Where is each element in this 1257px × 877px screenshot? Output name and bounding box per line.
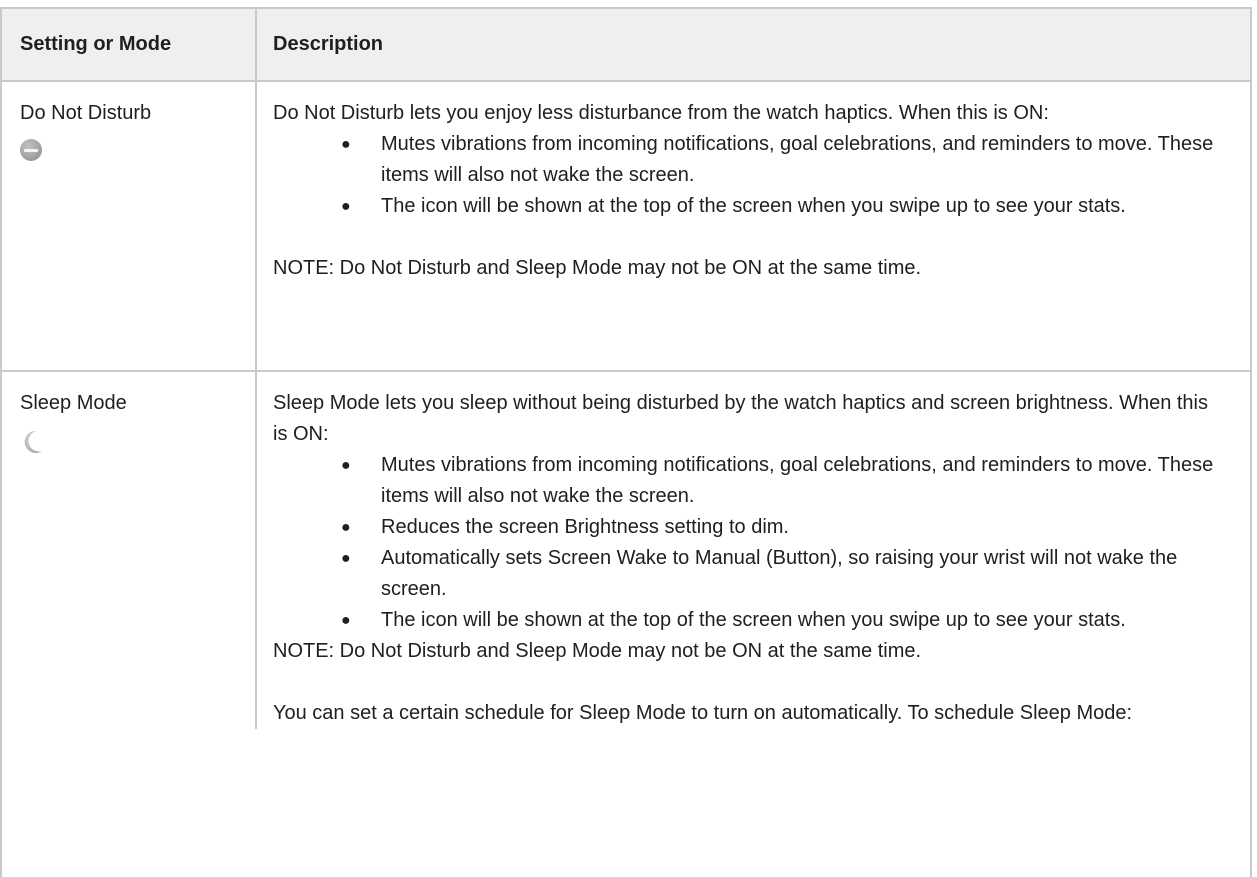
description-cell: Do Not Disturb lets you enjoy less distu… bbox=[255, 81, 1250, 372]
settings-table-container: Setting or Mode Description Do Not Distu… bbox=[0, 7, 1252, 877]
bullet-list: ● Mutes vibrations from incoming notifica… bbox=[273, 450, 1220, 636]
do-not-disturb-icon bbox=[20, 139, 42, 161]
setting-name: Sleep Mode bbox=[20, 392, 127, 414]
list-item: ● The icon will be shown at the top of th… bbox=[341, 605, 1220, 636]
schedule-text: You can set a certain schedule for Sleep… bbox=[273, 702, 1133, 724]
bullet-icon: ● bbox=[341, 198, 351, 215]
settings-table: Setting or Mode Description Do Not Distu… bbox=[2, 9, 1250, 729]
list-item: ● Mutes vibrations from incoming notifica… bbox=[341, 129, 1220, 191]
moon-icon bbox=[20, 429, 44, 453]
setting-cell: Sleep Mode bbox=[2, 371, 256, 729]
list-item: ● Mutes vibrations from incoming notifica… bbox=[341, 450, 1220, 512]
description-note: NOTE: Do Not Disturb and Sleep Mode may … bbox=[273, 257, 922, 279]
description-note: NOTE: Do Not Disturb and Sleep Mode may … bbox=[273, 640, 922, 662]
table-row-sleep-mode: Sleep Mode Sleep Mode lets you sleep wit… bbox=[2, 371, 1250, 729]
table-row-do-not-disturb: Do Not Disturb Do Not Disturb lets you e… bbox=[2, 81, 1250, 372]
description-cell: Sleep Mode lets you sleep without being … bbox=[255, 371, 1250, 729]
setting-cell: Do Not Disturb bbox=[2, 81, 256, 372]
table-header-row: Setting or Mode Description bbox=[2, 9, 1250, 82]
bullet-icon: ● bbox=[341, 519, 351, 536]
bullet-icon: ● bbox=[341, 612, 351, 629]
bullet-icon: ● bbox=[341, 136, 351, 153]
bullet-icon: ● bbox=[341, 550, 351, 567]
bullet-icon: ● bbox=[341, 457, 351, 474]
description-intro: Sleep Mode lets you sleep without being … bbox=[273, 392, 1208, 445]
bullet-list: ● Mutes vibrations from incoming notifica… bbox=[273, 129, 1220, 222]
description-intro: Do Not Disturb lets you enjoy less distu… bbox=[273, 102, 1049, 124]
header-description: Description bbox=[255, 9, 1250, 82]
list-item: ● Automatically sets Screen Wake to Manua… bbox=[341, 543, 1220, 605]
header-setting-or-mode: Setting or Mode bbox=[2, 9, 256, 82]
list-item: ● The icon will be shown at the top of th… bbox=[341, 191, 1220, 222]
list-item: ● Reduces the screen Brightness setting t… bbox=[341, 512, 1220, 543]
setting-name: Do Not Disturb bbox=[20, 102, 152, 124]
